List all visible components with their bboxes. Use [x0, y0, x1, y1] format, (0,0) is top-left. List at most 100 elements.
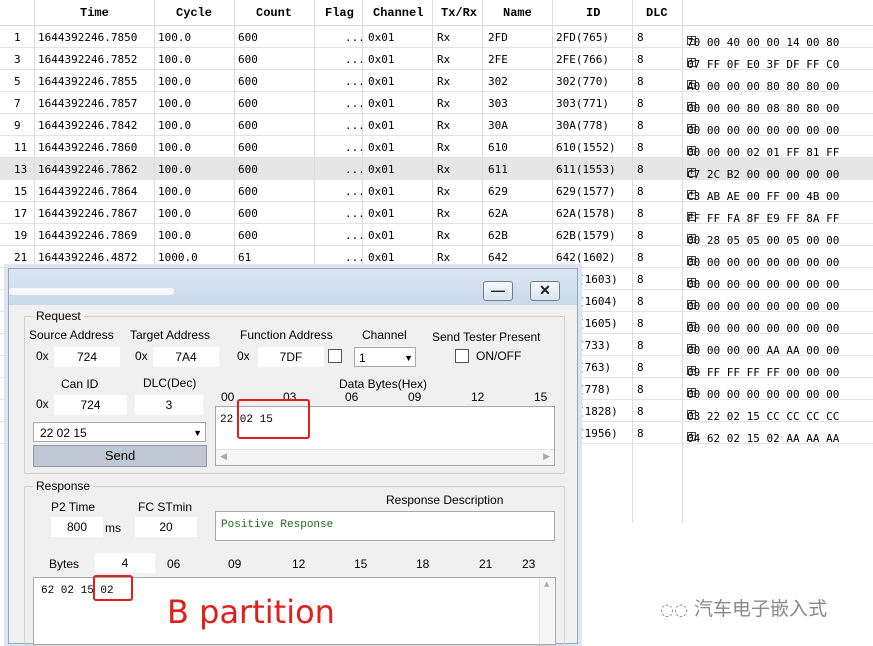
cell-channel: 0x01 [368, 163, 395, 176]
table-row[interactable]: 3 1644392246.7852 100.0 600... 0x01 Rx 2FE 2FE(… [0, 48, 873, 71]
cell-no: 7 [14, 97, 21, 110]
watermark-text: 汽车电子嵌入式 [693, 598, 827, 620]
response-description-label: Response Description [386, 493, 504, 507]
column-divider[interactable] [632, 0, 633, 523]
table-row[interactable]: 9 1644392246.7842 100.0 600... 0x01 Rx 30A 30A(… [0, 114, 873, 137]
cell-count: 600 [238, 207, 258, 220]
cell-time: 1644392246.7857 [38, 97, 138, 110]
table-row[interactable]: 5 1644392246.7855 100.0 600... 0x01 Rx 302 302(… [0, 70, 873, 93]
minimize-icon: — [491, 282, 505, 298]
request-history-select[interactable]: 22 02 15 ▼ [33, 422, 206, 442]
dialog-titlebar[interactable]: — ✕ [9, 269, 577, 305]
scroll-up-icon: ▲ [544, 580, 550, 590]
table-row[interactable]: 13 1644392246.7862 100.0 600... 0x01 Rx 611 611… [0, 158, 873, 181]
dlc-field[interactable]: 3 [135, 395, 203, 415]
cell-count: 600 [238, 141, 258, 154]
cell-dlc: 8 [637, 405, 644, 418]
resp-byte-tick-23: 23 [522, 557, 536, 571]
resp-byte-tick-15: 15 [354, 557, 368, 571]
cell-name: 62A [488, 207, 508, 220]
cell-cycle: 100.0 [158, 141, 192, 154]
cell-id: 2FE(766) [556, 53, 609, 66]
cell-cycle: 100.0 [158, 229, 192, 242]
blurred-title [9, 288, 174, 295]
table-row[interactable]: 1 1644392246.7850 100.0 600... 0x01 Rx 2FD 2FD(… [0, 26, 873, 49]
cell-name: 302 [488, 75, 508, 88]
cell-no: 19 [14, 229, 28, 242]
cell-dlc: 8 [637, 229, 644, 242]
cell-name: 62B [488, 229, 508, 242]
col-header-flag[interactable]: Flag [325, 6, 354, 20]
col-header-channel[interactable]: Channel [373, 6, 423, 20]
cell-count: 600 [238, 229, 258, 242]
can-id-hex-prefix: 0x [36, 397, 49, 411]
request-history-value: 22 02 15 [40, 426, 87, 440]
cell-no: 3 [14, 53, 21, 66]
table-row[interactable]: 7 1644392246.7857 100.0 600... 0x01 Rx 303 303(… [0, 92, 873, 115]
cell-count: 600 [238, 75, 258, 88]
cell-time: 1644392246.7867 [38, 207, 138, 220]
cell-id-partial: (1604) [578, 295, 618, 308]
function-address-checkbox[interactable] [328, 349, 342, 363]
cell-cycle: 100.0 [158, 31, 192, 44]
cell-time: 1644392246.7864 [38, 185, 138, 198]
cell-name: 610 [488, 141, 508, 154]
cell-cycle: 100.0 [158, 97, 192, 110]
target-address-field[interactable]: 7A4 [153, 347, 219, 367]
send-tester-present-label: Send Tester Present [432, 330, 541, 344]
close-button[interactable]: ✕ [530, 281, 560, 301]
table-row[interactable]: 15 1644392246.7864 100.0 600... 0x01 Rx 629 629… [0, 180, 873, 203]
request-data-hscroll[interactable]: ◀ ▶ [216, 449, 554, 465]
minimize-button[interactable]: — [483, 281, 513, 301]
response-description: Positive Response [221, 519, 334, 531]
cell-id-partial: (733) [578, 339, 612, 352]
col-header-name[interactable]: Name [503, 6, 532, 20]
cell-id: 610(1552) [556, 141, 616, 154]
cell-id: 302(770) [556, 75, 609, 88]
col-header-txrx[interactable]: Tx/Rx [441, 6, 477, 20]
cell-cycle: 100.0 [158, 119, 192, 132]
cell-txrx: Rx [437, 119, 451, 132]
function-address-field[interactable]: 7DF [258, 347, 324, 367]
bytes-count-field: 4 [95, 553, 155, 573]
source-address-field[interactable]: 724 [54, 347, 120, 367]
send-button[interactable]: Send [33, 445, 207, 467]
cell-channel: 0x01 [368, 75, 395, 88]
p2-time-field[interactable]: 800 [51, 517, 103, 537]
channel-select[interactable]: 1 ▼ [354, 347, 416, 367]
resp-byte-tick-09: 09 [228, 557, 242, 571]
col-header-id[interactable]: ID [586, 6, 600, 20]
cell-id-partial: (1828) [578, 405, 618, 418]
req-byte-tick-06: 06 [345, 390, 359, 404]
target-hex-prefix: 0x [135, 349, 148, 363]
col-header-time[interactable]: Time [80, 6, 109, 20]
cell-cycle: 100.0 [158, 163, 192, 176]
col-header-count[interactable]: Count [256, 6, 292, 20]
cell-id-partial: (1956) [578, 427, 618, 440]
table-row[interactable]: 17 1644392246.7867 100.0 600... 0x01 Rx 62A 62A… [0, 202, 873, 225]
cell-txrx: Rx [437, 75, 451, 88]
tester-present-checkbox[interactable] [455, 349, 469, 363]
cell-dlc: 8 [637, 185, 644, 198]
close-icon: ✕ [539, 282, 551, 298]
function-hex-prefix: 0x [237, 349, 250, 363]
col-header-cycle[interactable]: Cycle [176, 6, 212, 20]
table-row[interactable]: 21 1644392246.4872 1000.0 61... 0x01 Rx 642 642… [0, 246, 873, 269]
cell-count: 600 [238, 53, 258, 66]
fc-stmin-field[interactable]: 20 [135, 517, 197, 537]
response-data-vscroll[interactable]: ▲ [539, 578, 555, 644]
col-header-dlc[interactable]: DLC [646, 6, 668, 20]
cell-txrx: Rx [437, 251, 451, 264]
cell-time: 1644392246.4872 [38, 251, 138, 264]
cell-dlc: 8 [637, 317, 644, 330]
resp-byte-tick-12: 12 [292, 557, 306, 571]
cell-dlc: 8 [637, 295, 644, 308]
watermark: ◌◌ 汽车电子嵌入式 [660, 594, 827, 621]
can-id-field[interactable]: 724 [54, 395, 127, 415]
table-row[interactable]: 19 1644392246.7869 100.0 600... 0x01 Rx 62B 62B… [0, 224, 873, 247]
cell-name: 2FD [488, 31, 508, 44]
column-divider[interactable] [682, 0, 683, 523]
cell-id-partial: (763) [578, 361, 612, 374]
resp-byte-tick-21: 21 [479, 557, 493, 571]
table-row[interactable]: 11 1644392246.7860 100.0 600... 0x01 Rx 610 610… [0, 136, 873, 159]
